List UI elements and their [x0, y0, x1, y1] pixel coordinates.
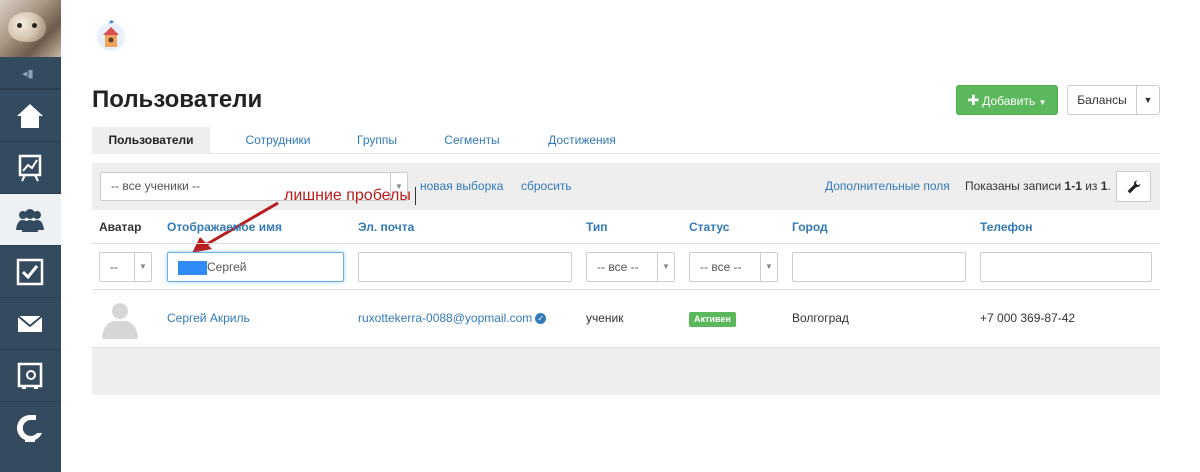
phone-filter-input[interactable] — [980, 252, 1152, 282]
col-phone[interactable]: Телефон — [980, 220, 1032, 234]
sidebar-item-stats[interactable] — [0, 141, 61, 193]
user-avatar — [102, 303, 138, 339]
sidebar-item-home[interactable] — [0, 89, 61, 141]
divider — [92, 289, 1160, 290]
annotation-label: лишние пробелы — [284, 187, 411, 204]
email-filter-input[interactable] — [358, 252, 572, 282]
verified-icon: ✓ — [535, 313, 547, 325]
user-email-link[interactable]: ruxottekerra-0088@yopmail.com — [358, 311, 532, 325]
plus-icon: ✚ — [967, 92, 980, 108]
tab-users[interactable]: Пользователи — [92, 127, 210, 154]
tab-bar: Пользователи Сотрудники Группы Сегменты … — [92, 127, 1160, 154]
tab-segments[interactable]: Сегменты — [432, 127, 512, 154]
user-city: Волгоград — [792, 311, 849, 325]
reset-link[interactable]: сбросить — [521, 179, 572, 193]
avatar-filter-select[interactable]: -- ▼ — [99, 252, 152, 282]
city-filter-input[interactable] — [792, 252, 966, 282]
safe-icon — [17, 362, 43, 389]
col-city[interactable]: Город — [792, 220, 828, 234]
selected-spaces-highlight — [178, 260, 207, 275]
caret-down-icon: ▼ — [1143, 95, 1153, 105]
sidebar-collapse-toggle[interactable]: ◂▮ — [0, 57, 61, 89]
chart-icon — [18, 154, 42, 182]
sidebar: ◂▮ — [0, 0, 61, 472]
user-name-link[interactable]: Сергей Акриль — [167, 311, 250, 325]
tab-groups[interactable]: Группы — [342, 127, 412, 154]
sidebar-item-users[interactable] — [0, 193, 61, 245]
records-info: Показаны записи 1-1 из 1. — [965, 179, 1111, 193]
col-display-name[interactable]: Отображаемое имя — [167, 220, 282, 234]
status-filter-select[interactable]: -- все -- ▼ — [689, 252, 778, 282]
settings-button[interactable] — [1116, 171, 1151, 202]
logo-icon — [97, 20, 125, 51]
divider — [92, 243, 1160, 244]
user-type: ученик — [586, 311, 624, 325]
type-filter-select[interactable]: -- все -- ▼ — [586, 252, 675, 282]
tab-achievements[interactable]: Достижения — [537, 127, 627, 154]
sidebar-item-safe[interactable] — [0, 349, 61, 401]
mail-icon — [17, 315, 43, 332]
page-title: Пользователи — [92, 86, 263, 113]
add-button[interactable]: ✚ Добавить ▼ — [956, 85, 1058, 115]
tab-employees[interactable]: Сотрудники — [228, 127, 328, 154]
table-footer — [92, 348, 1160, 395]
text-caret — [415, 187, 416, 205]
col-type[interactable]: Тип — [586, 220, 608, 234]
home-icon — [17, 104, 43, 128]
status-badge: Активен — [689, 312, 736, 327]
col-status[interactable]: Статус — [689, 220, 729, 234]
user-email: ruxottekerra-0088@yopmail.com ✓ — [358, 311, 547, 325]
new-selection-link[interactable]: новая выборка — [420, 179, 503, 193]
users-icon — [16, 209, 44, 232]
sidebar-item-mail[interactable] — [0, 297, 61, 349]
add-button-label: Добавить — [982, 94, 1036, 108]
balances-button[interactable]: Балансы — [1067, 85, 1137, 115]
brand-icon — [17, 415, 42, 442]
user-phone: +7 000 369-87-42 — [980, 311, 1076, 325]
wrench-icon — [1127, 180, 1141, 194]
sidebar-item-brand[interactable] — [0, 401, 61, 453]
sidebar-item-tasks[interactable] — [0, 245, 61, 297]
extra-fields-link[interactable]: Дополнительные поля — [825, 179, 950, 193]
balances-dropdown-toggle[interactable]: ▼ — [1136, 85, 1160, 115]
caret-down-icon: ▼ — [1038, 98, 1047, 107]
name-filter-input[interactable]: Сергей — [167, 252, 344, 282]
col-email[interactable]: Эл. почта — [358, 220, 414, 234]
profile-avatar[interactable] — [0, 0, 61, 57]
col-avatar: Аватар — [99, 220, 142, 234]
tasks-icon — [16, 258, 44, 286]
